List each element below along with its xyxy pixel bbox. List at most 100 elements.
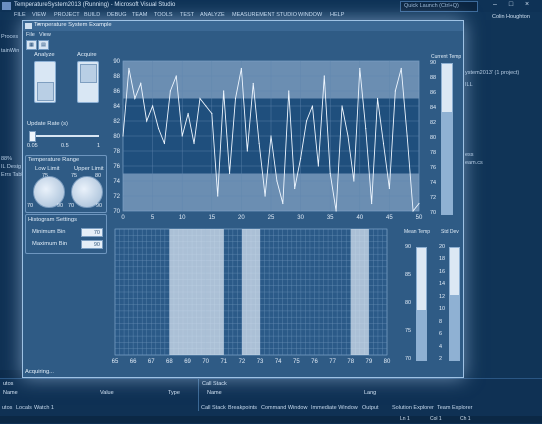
left-label: tainWin xyxy=(1,48,20,54)
temperature-point xyxy=(223,90,225,92)
menu-project[interactable]: PROJECT xyxy=(54,12,80,18)
mean-temp-label: Mean Temp xyxy=(404,229,431,235)
solution-item[interactable]: ess xyxy=(465,152,474,158)
tab-watch[interactable]: Watch 1 xyxy=(34,405,54,411)
left-label: IL Desig xyxy=(1,164,21,170)
max-bin-input[interactable]: 90 xyxy=(81,240,103,249)
maximize-icon[interactable]: □ xyxy=(506,1,516,10)
analyze-switch-knob[interactable] xyxy=(37,82,54,101)
update-rate-slider-thumb[interactable] xyxy=(29,131,36,142)
hist-x-tick-label: 74 xyxy=(275,359,282,365)
menu-help[interactable]: HELP xyxy=(330,12,344,18)
gauge-tick-label: 80 xyxy=(430,135,437,141)
menu-view[interactable]: VIEW xyxy=(32,12,46,18)
temperature-point xyxy=(240,67,242,70)
menu-analyze[interactable]: ANALYZE xyxy=(200,12,225,18)
gauge-tick-label: 88 xyxy=(430,75,437,81)
menu-build[interactable]: BUILD xyxy=(84,12,100,18)
table-view-icon[interactable]: ▤ xyxy=(38,40,49,50)
solution-label[interactable]: ystem2013' (1 project) xyxy=(465,70,519,76)
menu-measurement-studio[interactable]: MEASUREMENT STUDIO xyxy=(232,12,297,18)
lower-limit-label: Low Limit xyxy=(35,166,60,172)
hist-x-tick-label: 73 xyxy=(257,359,264,365)
hist-x-tick-label: 71 xyxy=(220,359,227,365)
y-tick-label: 82 xyxy=(113,119,120,125)
app-close-icon[interactable]: × xyxy=(34,22,44,28)
update-rate-label: Update Rate (s) xyxy=(27,121,68,127)
x-tick-label: 30 xyxy=(297,215,304,221)
histogram-bar xyxy=(187,229,206,355)
tab-call-stack[interactable]: Call Stack xyxy=(201,405,226,411)
gauge-tick-label: 90 xyxy=(430,60,437,66)
temperature-point xyxy=(347,135,349,137)
temperature-point xyxy=(294,187,296,190)
tab-breakpoints[interactable]: Breakpoints xyxy=(228,405,257,411)
hist-x-tick-label: 76 xyxy=(311,359,318,365)
tab-solution-explorer[interactable]: Solution Explorer xyxy=(392,405,434,411)
app-menu-view[interactable]: View xyxy=(39,32,51,38)
gauge-tick-label: 6 xyxy=(439,331,443,338)
temperature-point xyxy=(406,135,408,137)
minimize-icon[interactable]: – xyxy=(490,1,500,10)
temperature-point xyxy=(128,67,130,70)
gauge-tick-label: 70 xyxy=(405,356,412,362)
std-dev-fill xyxy=(450,295,459,360)
close-icon[interactable]: × xyxy=(522,1,532,10)
gauge-tick-label: 2 xyxy=(439,356,443,362)
call-stack-col-name: Name xyxy=(207,390,222,396)
temperature-point xyxy=(252,82,254,85)
tab-autos[interactable]: utos xyxy=(2,405,12,411)
current-temp-fill xyxy=(442,112,452,214)
left-label: 88% xyxy=(1,156,13,162)
autos-title: utos xyxy=(3,381,14,387)
gauge-tick-label: 86 xyxy=(430,90,437,96)
gauge-tick-label: 8 xyxy=(439,318,443,325)
min-bin-input[interactable]: 70 xyxy=(81,228,103,237)
lower-knob-tick: 70 xyxy=(27,203,34,209)
update-rate-track[interactable] xyxy=(31,135,99,137)
status-col: Col 1 xyxy=(430,416,442,422)
menu-file[interactable]: FILE xyxy=(14,12,26,18)
x-tick-label: 0 xyxy=(121,215,125,221)
temperature-point xyxy=(211,112,213,115)
temperature-point xyxy=(376,97,379,100)
hist-x-tick-label: 68 xyxy=(166,359,173,365)
x-tick-label: 25 xyxy=(268,215,275,221)
analyze-switch[interactable] xyxy=(34,61,56,103)
tab-command-window[interactable]: Command Window xyxy=(261,405,307,411)
temperature-point xyxy=(122,135,124,137)
temperature-point xyxy=(258,142,260,145)
tab-team-explorer[interactable]: Team Explorer xyxy=(437,405,472,411)
menu-window[interactable]: WINDOW xyxy=(298,12,322,18)
tab-locals[interactable]: Locals xyxy=(16,405,32,411)
hist-x-tick-label: 75 xyxy=(293,359,300,365)
upper-limit-label: Upper Limit xyxy=(74,166,104,172)
gauge-tick-label: 84 xyxy=(430,105,437,111)
tab-immediate-window[interactable]: Immediate Window xyxy=(311,405,358,411)
temperature-point xyxy=(234,97,237,100)
solution-item[interactable]: eam.cs xyxy=(465,160,483,166)
app-menu-file[interactable]: File xyxy=(26,32,35,38)
y-tick-label: 76 xyxy=(113,164,120,170)
x-tick-label: 15 xyxy=(208,215,215,221)
menu-team[interactable]: TEAM xyxy=(132,12,147,18)
quick-launch-input[interactable]: Quick Launch (Ctrl+Q) xyxy=(400,1,478,12)
gauge-tick-label: 75 xyxy=(405,328,412,334)
menu-tools[interactable]: TOOLS xyxy=(154,12,173,18)
temperature-point xyxy=(140,82,142,85)
chart-view-icon[interactable]: ▦ xyxy=(26,40,37,50)
temperature-point xyxy=(300,157,302,160)
upper-knob-tick: 90 xyxy=(96,203,103,209)
acquire-switch[interactable] xyxy=(77,61,99,103)
temperature-point xyxy=(175,75,177,77)
solution-item[interactable]: ILL xyxy=(465,82,473,88)
temperature-point xyxy=(264,195,266,197)
gauge-tick-label: 82 xyxy=(430,120,437,126)
gauge-tick-label: 16 xyxy=(439,268,446,275)
hist-x-tick-label: 77 xyxy=(329,359,336,365)
menu-test[interactable]: TEST xyxy=(180,12,194,18)
menu-debug[interactable]: DEBUG xyxy=(107,12,127,18)
tab-output[interactable]: Output xyxy=(362,405,379,411)
y-tick-label: 84 xyxy=(113,104,120,110)
acquire-switch-knob[interactable] xyxy=(80,64,97,83)
